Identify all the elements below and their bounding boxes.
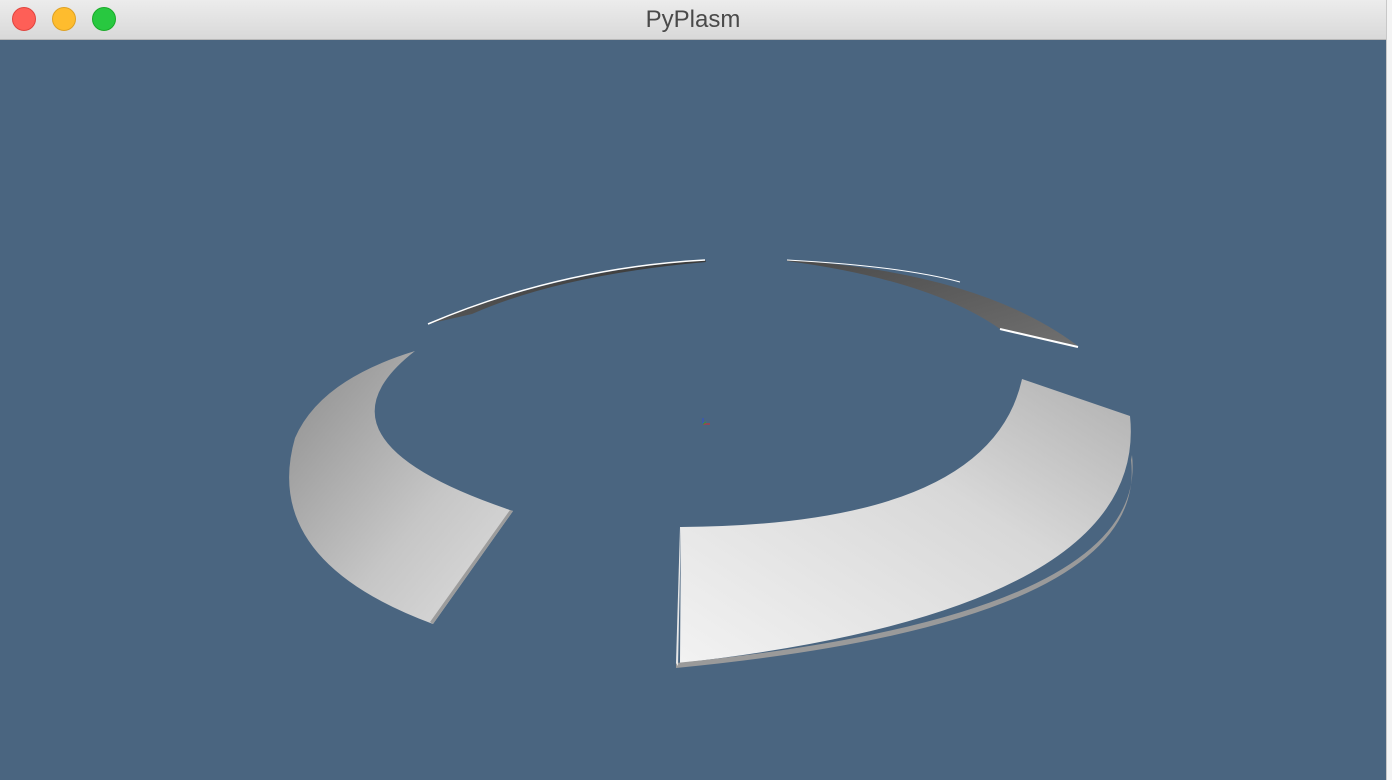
window-title: PyPlasm (645, 6, 741, 33)
back-left-annular-segment (427, 259, 706, 325)
scene-canvas (289, 259, 1133, 668)
adjacent-window-edge (1386, 0, 1392, 780)
left-annular-segment (289, 351, 513, 624)
3d-viewport[interactable] (0, 40, 1386, 780)
axes-origin-icon (702, 418, 710, 425)
title-bar[interactable]: PyPlasm (0, 0, 1386, 40)
back-right-annular-segment (786, 259, 1079, 348)
front-right-annular-segment (676, 379, 1133, 668)
app-window: PyPlasm (0, 0, 1392, 780)
